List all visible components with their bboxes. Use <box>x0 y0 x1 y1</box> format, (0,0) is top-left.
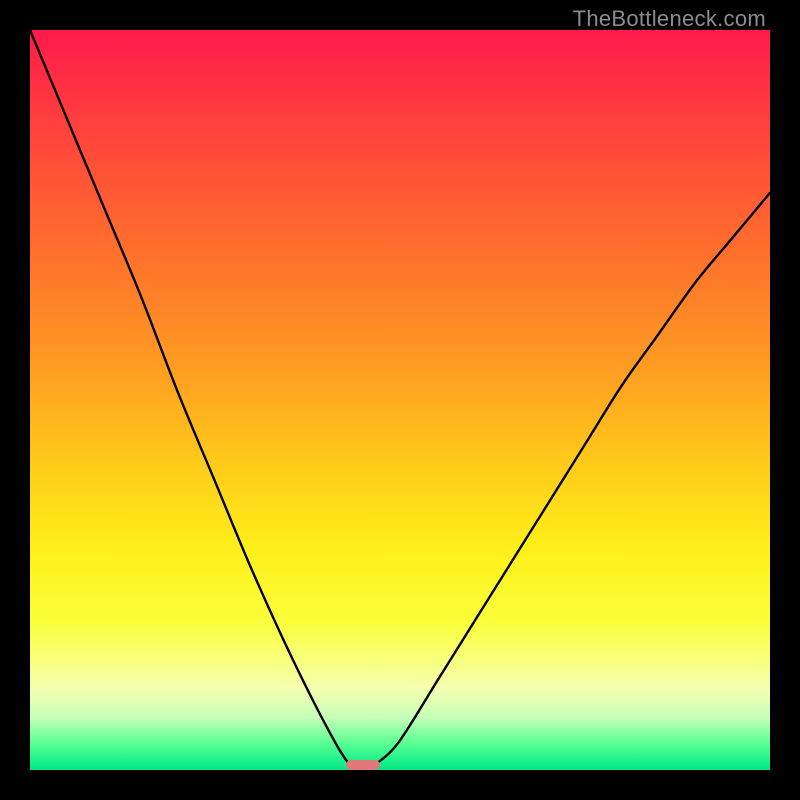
watermark-text: TheBottleneck.com <box>573 6 766 32</box>
chart-frame: TheBottleneck.com <box>0 0 800 800</box>
optimal-marker <box>346 760 379 770</box>
bottleneck-curve <box>30 30 770 770</box>
plot-area <box>30 30 770 770</box>
